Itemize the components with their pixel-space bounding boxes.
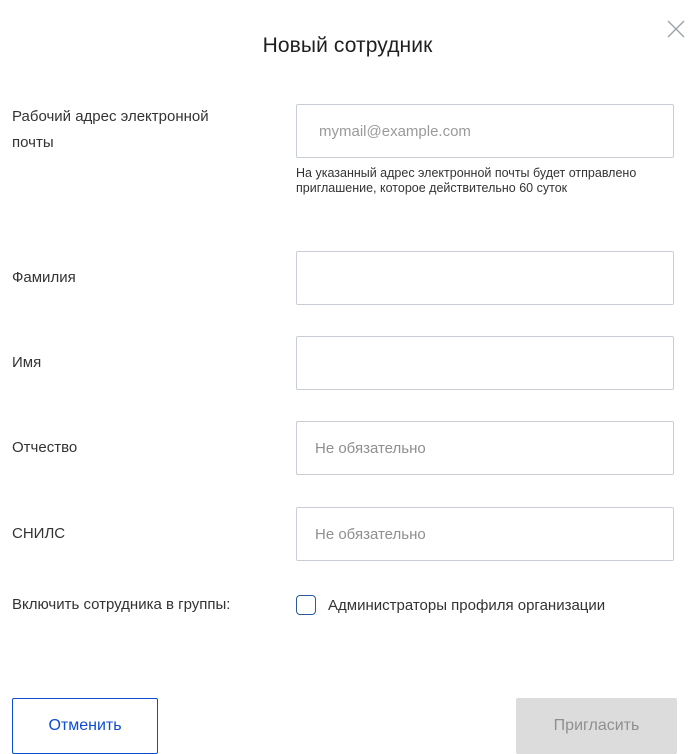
last-name-label: Фамилия bbox=[12, 269, 76, 286]
email-hint: На указанный адрес электронной почты буд… bbox=[296, 166, 637, 195]
email-label: Рабочий адрес электронной почты bbox=[12, 108, 209, 151]
snils-label: СНИЛС bbox=[12, 525, 66, 542]
first-name-input[interactable] bbox=[296, 336, 674, 390]
last-name-input[interactable] bbox=[296, 251, 674, 305]
dialog-title: Новый сотрудник bbox=[262, 34, 433, 57]
middle-name-label: Отчество bbox=[12, 439, 78, 456]
snils-input[interactable] bbox=[296, 507, 674, 561]
first-name-label: Имя bbox=[12, 354, 42, 371]
admins-checkbox[interactable] bbox=[296, 595, 316, 615]
group-option-admins[interactable]: Администраторы профиля организации bbox=[296, 595, 605, 615]
middle-name-input[interactable] bbox=[296, 421, 674, 475]
admins-checkbox-label: Администраторы профиля организации bbox=[328, 596, 606, 614]
new-employee-dialog: Новый сотрудник Рабочий адрес электронно… bbox=[0, 0, 695, 754]
cancel-button[interactable]: Отменить bbox=[12, 698, 158, 754]
groups-label: Включить сотрудника в группы: bbox=[12, 596, 231, 613]
invite-button[interactable]: Пригласить bbox=[516, 698, 677, 754]
email-input[interactable] bbox=[296, 104, 674, 158]
